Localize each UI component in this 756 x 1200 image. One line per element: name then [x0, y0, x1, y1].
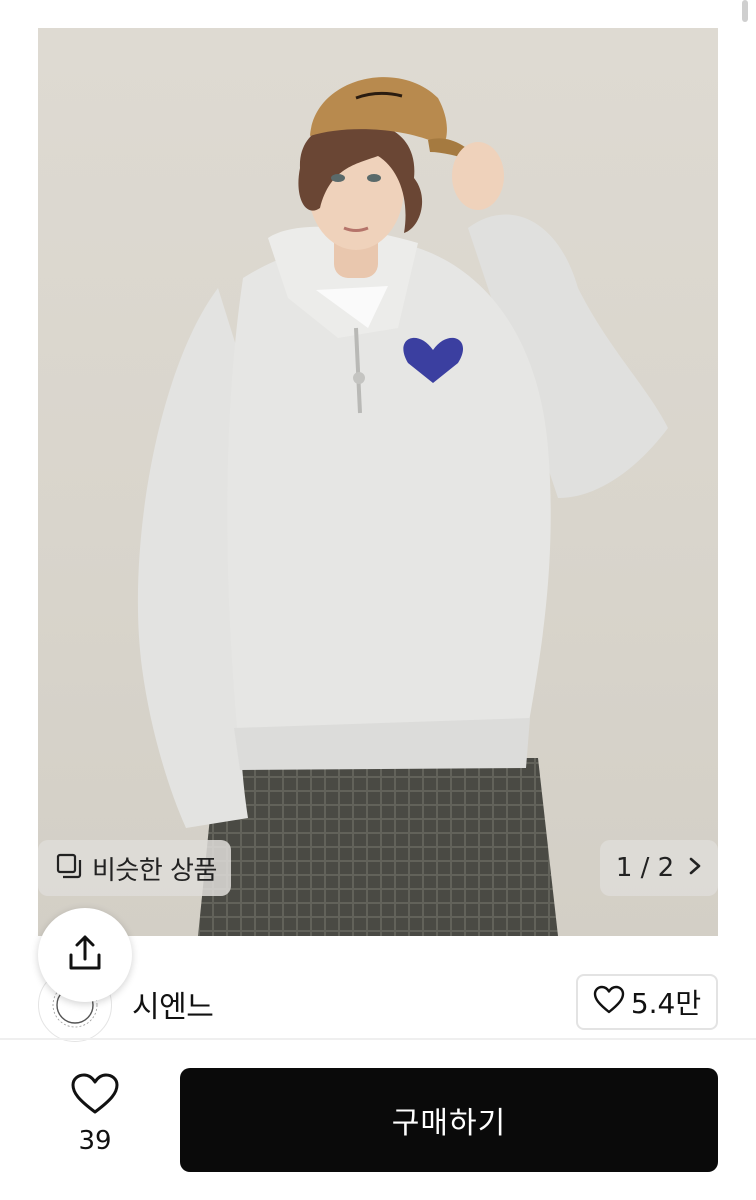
chevron-right-icon[interactable] [688, 856, 702, 880]
scroll-indicator [742, 0, 748, 22]
similar-products-label: 비슷한 상품 [92, 855, 217, 886]
stacked-squares-icon [56, 853, 82, 883]
store-favorite-button[interactable]: 5.4만 [576, 974, 718, 1030]
top-strip [0, 0, 756, 28]
similar-products-button[interactable]: 비슷한 상품 [38, 840, 231, 896]
product-photo-illustration [137, 77, 668, 936]
heart-outline-icon [70, 1072, 120, 1120]
like-button[interactable]: 39 [56, 1072, 134, 1156]
buy-button[interactable]: 구매하기 [180, 1068, 718, 1172]
share-button[interactable] [38, 908, 132, 1002]
heart-outline-icon [593, 985, 625, 1019]
store-favorite-count: 5.4만 [630, 987, 702, 1020]
product-image[interactable] [38, 28, 718, 936]
store-name[interactable]: 시엔느 [132, 982, 214, 1026]
like-count: 39 [78, 1126, 112, 1156]
image-pager-label: 1 / 2 [615, 853, 675, 883]
image-pager[interactable]: 1 / 2 [600, 840, 718, 896]
share-upload-icon [65, 933, 105, 977]
divider [0, 1038, 756, 1040]
